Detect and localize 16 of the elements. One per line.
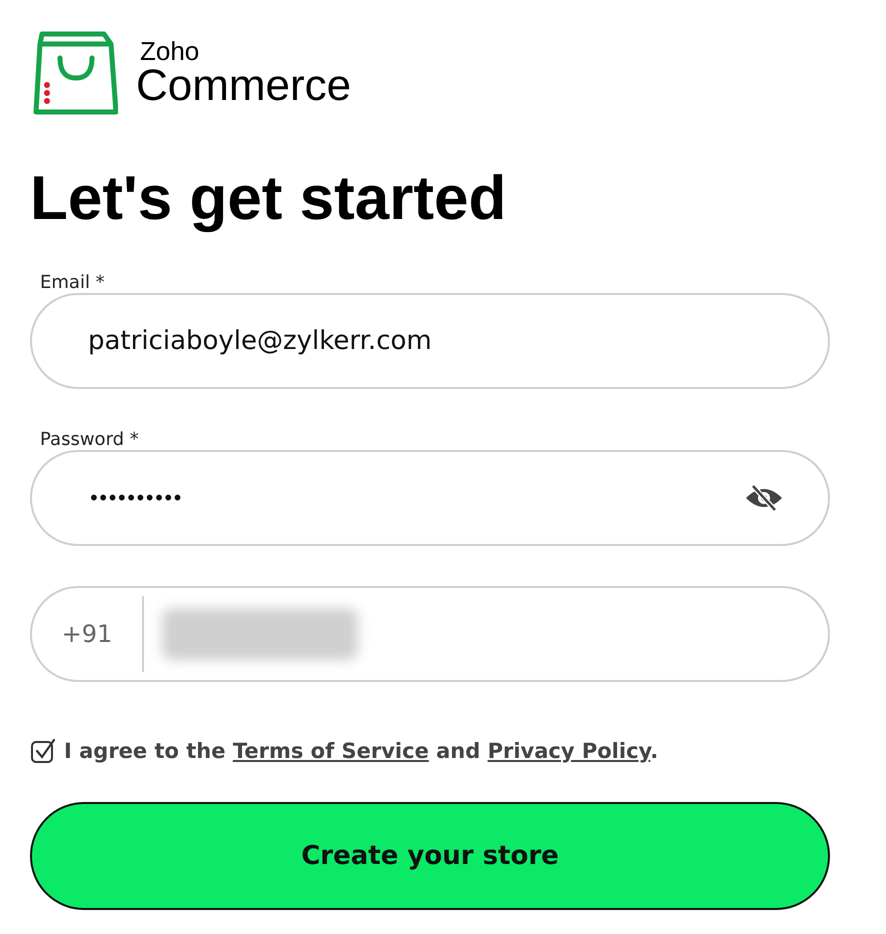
policy-link[interactable]: Privacy Policy (488, 739, 650, 763)
checkbox[interactable] (30, 738, 56, 764)
create-store-button[interactable]: Create your store (30, 802, 830, 910)
shopping-bag-icon (32, 30, 118, 116)
policy-link[interactable]: Terms of Service (232, 739, 429, 763)
field-value: •••••••••• (88, 486, 182, 510)
eye-slash-icon[interactable] (744, 484, 784, 512)
country-code[interactable]: +91 (32, 620, 142, 648)
input-field[interactable]: patriciaboyle@zylkerr.com (30, 293, 830, 389)
page-heading: Let's get started (30, 168, 508, 230)
product-name: Commerce (136, 64, 352, 108)
field-value: patriciaboyle@zylkerr.com (88, 326, 433, 356)
input-field[interactable]: •••••••••• (30, 450, 830, 546)
phone-field[interactable]: +91 (30, 586, 830, 682)
agreement-text: I agree to the Terms of Service and Privacy Policy. (64, 739, 658, 763)
brand-name: Zoho (140, 38, 200, 64)
